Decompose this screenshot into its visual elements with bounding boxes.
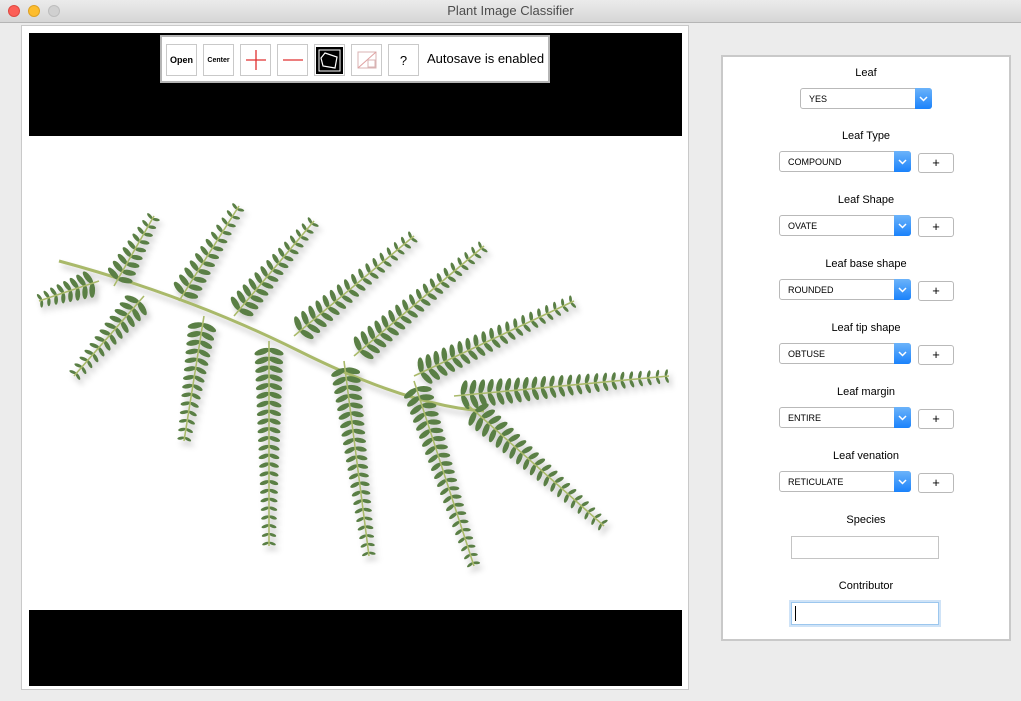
leaf-margin-value: ENTIRE xyxy=(788,413,822,423)
contributor-input[interactable] xyxy=(791,602,939,625)
polygon-tool-button[interactable] xyxy=(314,44,345,76)
open-button[interactable]: Open xyxy=(166,44,197,76)
minus-icon xyxy=(282,59,303,61)
window-title: Plant Image Classifier xyxy=(447,3,574,18)
center-label: Center xyxy=(207,56,230,64)
chevron-down-icon xyxy=(915,88,932,109)
leaf-venation-value: RETICULATE xyxy=(788,477,844,487)
center-button[interactable]: Center xyxy=(203,44,234,76)
plus-icon xyxy=(245,50,266,70)
zoom-in-button[interactable] xyxy=(240,44,271,76)
image-toolbar: Open Center ? Autosave is enabled xyxy=(160,35,550,83)
leaf-image[interactable] xyxy=(29,136,682,610)
species-label: Species xyxy=(846,514,886,526)
leaf-type-value: COMPOUND xyxy=(788,157,842,167)
chevron-down-icon xyxy=(894,279,911,300)
leaf-base-shape-select[interactable]: ROUNDED xyxy=(779,279,911,300)
species-input[interactable] xyxy=(791,536,939,559)
add-leaf-base-shape-button[interactable]: + xyxy=(918,281,954,301)
leaf-shape-select[interactable]: OVATE xyxy=(779,215,911,236)
polygon-icon xyxy=(316,46,343,74)
clear-image-button[interactable] xyxy=(351,44,382,76)
help-label: ? xyxy=(399,52,408,68)
chevron-down-icon xyxy=(894,151,911,172)
chevron-down-icon xyxy=(894,407,911,428)
leaf-type-label: Leaf Type xyxy=(841,130,891,142)
leaf-shape-label: Leaf Shape xyxy=(837,194,895,206)
title-bar: Plant Image Classifier xyxy=(0,0,1021,23)
leaf-margin-label: Leaf margin xyxy=(836,386,896,398)
leaf-photo xyxy=(36,203,670,568)
leaf-base-shape-label: Leaf base shape xyxy=(825,258,907,270)
window-content: Open Center ? Autosave is enabled Leaf Y… xyxy=(0,23,1021,701)
leaf-base-shape-value: ROUNDED xyxy=(788,285,834,295)
chevron-down-icon xyxy=(894,343,911,364)
classification-panel: Leaf YES Leaf Type COMPOUND + Leaf Shape… xyxy=(721,55,1011,641)
open-label: Open xyxy=(169,55,193,65)
image-viewer[interactable]: Open Center ? Autosave is enabled xyxy=(29,33,682,686)
no-image-icon xyxy=(357,51,376,69)
leaf-select[interactable]: YES xyxy=(800,88,932,109)
chevron-down-icon xyxy=(894,215,911,236)
contributor-label: Contributor xyxy=(838,580,894,592)
add-leaf-type-button[interactable]: + xyxy=(918,153,954,173)
add-leaf-tip-shape-button[interactable]: + xyxy=(918,345,954,365)
leaf-tip-shape-select[interactable]: OBTUSE xyxy=(779,343,911,364)
leaf-tip-shape-label: Leaf tip shape xyxy=(831,322,901,334)
zoom-out-button[interactable] xyxy=(277,44,308,76)
leaf-venation-label: Leaf venation xyxy=(832,450,900,462)
help-button[interactable]: ? xyxy=(388,44,419,76)
add-leaf-margin-button[interactable]: + xyxy=(918,409,954,429)
chevron-down-icon xyxy=(894,471,911,492)
leaf-type-select[interactable]: COMPOUND xyxy=(779,151,911,172)
text-caret xyxy=(795,606,796,621)
autosave-status: Autosave is enabled xyxy=(427,51,545,66)
add-leaf-shape-button[interactable]: + xyxy=(918,217,954,237)
add-leaf-venation-button[interactable]: + xyxy=(918,473,954,493)
leaf-value: YES xyxy=(809,94,828,104)
leaf-tip-shape-value: OBTUSE xyxy=(788,349,826,359)
leaf-shape-value: OVATE xyxy=(788,221,818,231)
image-viewer-frame: Open Center ? Autosave is enabled xyxy=(21,25,689,690)
leaf-label: Leaf xyxy=(855,67,877,79)
leaf-margin-select[interactable]: ENTIRE xyxy=(779,407,911,428)
leaf-venation-select[interactable]: RETICULATE xyxy=(779,471,911,492)
